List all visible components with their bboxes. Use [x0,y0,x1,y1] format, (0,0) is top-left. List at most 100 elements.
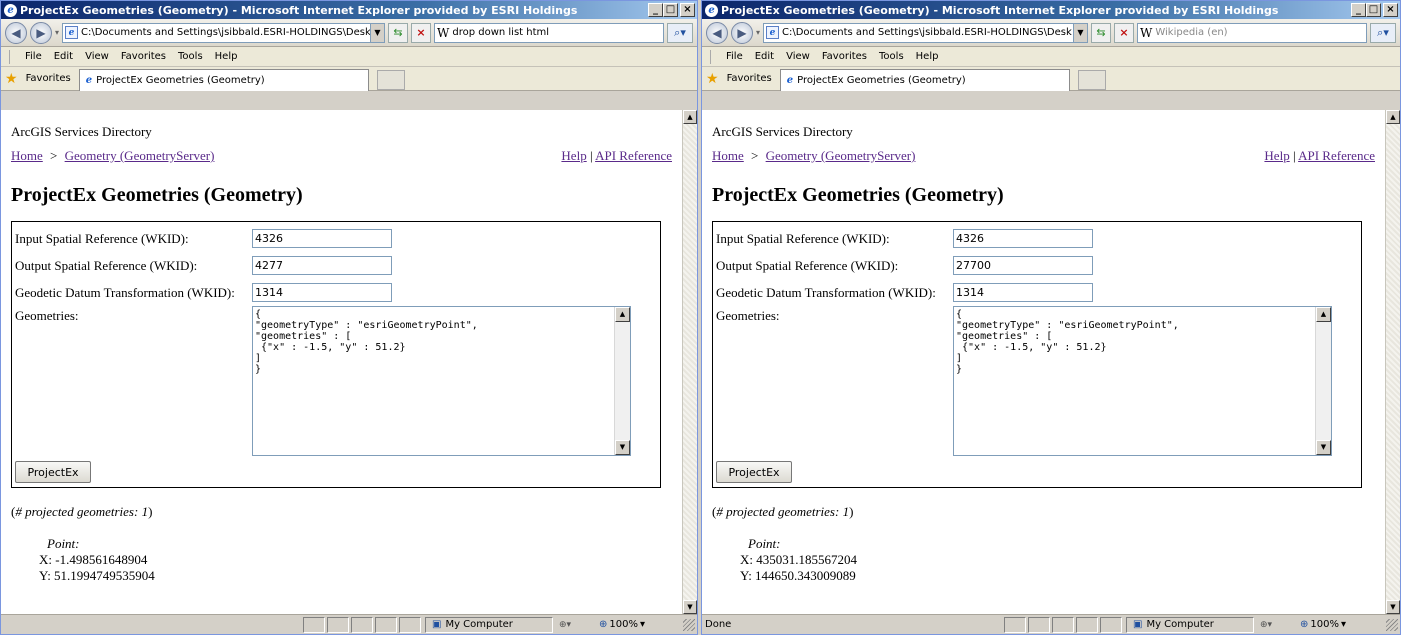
close-button[interactable]: × [1383,3,1398,17]
breadcrumb-home-link[interactable]: Home [712,148,744,163]
page-icon: e [766,26,780,39]
page-title: ProjectEx Geometries (Geometry) [712,184,1004,206]
close-button[interactable]: × [680,3,695,17]
menu-help[interactable]: Help [215,51,238,62]
title-bar[interactable]: e ProjectEx Geometries (Geometry) - Micr… [1,1,697,19]
tab-projectex[interactable]: e ProjectEx Geometries (Geometry) [779,68,1070,91]
page-scrollbar[interactable]: ▲ ▼ [682,110,697,614]
api-reference-link[interactable]: API Reference [1298,148,1375,163]
help-separator: | [589,148,593,163]
zoom-control[interactable]: ⊕ 100% ▾ [599,617,645,633]
menu-tools[interactable]: Tools [879,51,904,62]
scroll-up-icon[interactable]: ▲ [1316,307,1331,322]
menu-edit[interactable]: Edit [54,51,73,62]
address-dropdown-icon[interactable]: ▼ [1073,23,1087,42]
menu-tools[interactable]: Tools [178,51,203,62]
new-tab-button[interactable] [376,69,405,90]
projectex-button[interactable]: ProjectEx [716,461,792,483]
api-reference-link[interactable]: API Reference [595,148,672,163]
zoom-dropdown-icon[interactable]: ▾ [640,619,645,630]
menu-edit[interactable]: Edit [755,51,774,62]
refresh-icon[interactable]: ⇆ [388,22,408,43]
datum-transformation-field[interactable] [252,283,392,302]
minimize-button[interactable]: _ [648,3,663,17]
help-link[interactable]: Help [561,148,586,163]
menu-view[interactable]: View [786,51,810,62]
help-link[interactable]: Help [1264,148,1289,163]
minimize-button[interactable]: _ [1351,3,1366,17]
page-scroll-down-icon[interactable]: ▼ [1386,600,1400,614]
title-bar[interactable]: e ProjectEx Geometries (Geometry) - Micr… [702,1,1400,19]
breadcrumb-geometry-link[interactable]: Geometry (GeometryServer) [65,148,215,163]
favorites-button[interactable]: Favorites [26,73,71,84]
geometries-text[interactable]: { "geometryType" : "esriGeometryPoint", … [956,309,1179,375]
search-go-icon[interactable]: ⌕▾ [667,22,693,43]
security-zone[interactable]: ▣ My Computer [425,616,553,633]
breadcrumb-home-link[interactable]: Home [11,148,43,163]
refresh-icon[interactable]: ⇆ [1091,22,1111,43]
textarea-scrollbar[interactable]: ▲ ▼ [1315,307,1331,455]
maximize-button[interactable]: □ [1366,3,1381,17]
menu-favorites[interactable]: Favorites [121,51,166,62]
address-dropdown-icon[interactable]: ▼ [370,23,384,42]
page-scroll-up-icon[interactable]: ▲ [683,110,697,124]
resize-grip-icon[interactable] [1386,618,1398,631]
favorites-star-icon[interactable]: ★ [5,71,18,87]
favorites-button[interactable]: Favorites [727,73,772,84]
address-text[interactable]: C:\Documents and Settings\jsibbald.ESRI-… [782,27,1073,38]
search-box[interactable]: W Wikipedia (en) [1137,22,1367,43]
menu-file[interactable]: File [25,51,42,62]
security-zone[interactable]: ▣ My Computer [1126,616,1254,633]
input-sr-field[interactable] [252,229,392,248]
scroll-up-icon[interactable]: ▲ [615,307,630,322]
address-text[interactable]: C:\Documents and Settings\jsibbald.ESRI-… [81,27,370,38]
page-scroll-up-icon[interactable]: ▲ [1386,110,1400,124]
count-close-paren: ) [849,504,854,519]
scroll-down-icon[interactable]: ▼ [615,440,630,455]
forward-arrow-icon[interactable]: ▶ [731,21,753,44]
status-cell [303,616,325,633]
new-tab-button[interactable] [1077,69,1106,90]
history-dropdown-icon[interactable]: ▾ [756,28,760,37]
page-scroll-down-icon[interactable]: ▼ [683,600,697,614]
menu-help[interactable]: Help [916,51,939,62]
output-sr-field[interactable] [953,256,1093,275]
menu-favorites[interactable]: Favorites [822,51,867,62]
geometries-textarea[interactable]: { "geometryType" : "esriGeometryPoint", … [252,306,631,456]
back-arrow-icon[interactable]: ◀ [706,21,728,44]
projectex-form: Input Spatial Reference (WKID): Output S… [712,221,1362,488]
tab-projectex[interactable]: e ProjectEx Geometries (Geometry) [78,68,369,91]
breadcrumb-geometry-link[interactable]: Geometry (GeometryServer) [766,148,916,163]
page-scrollbar[interactable]: ▲ ▼ [1385,110,1400,614]
back-arrow-icon[interactable]: ◀ [5,21,27,44]
breadcrumb-separator: > [751,148,759,163]
address-bar[interactable]: e C:\Documents and Settings\jsibbald.ESR… [763,22,1088,43]
datum-transformation-field[interactable] [953,283,1093,302]
maximize-button[interactable]: □ [663,3,678,17]
geometries-text[interactable]: { "geometryType" : "esriGeometryPoint", … [255,309,478,375]
favorites-star-icon[interactable]: ★ [706,71,719,87]
search-go-icon[interactable]: ⌕▾ [1370,22,1396,43]
input-sr-field[interactable] [953,229,1093,248]
resize-grip-icon[interactable] [683,618,695,631]
forward-arrow-icon[interactable]: ▶ [30,21,52,44]
search-text[interactable]: drop down list html [452,27,549,38]
history-dropdown-icon[interactable]: ▾ [55,28,59,37]
textarea-scrollbar[interactable]: ▲ ▼ [614,307,630,455]
projectex-button[interactable]: ProjectEx [15,461,91,483]
menu-view[interactable]: View [85,51,109,62]
menu-file[interactable]: File [726,51,743,62]
ie-logo-icon: e [4,3,17,17]
address-bar[interactable]: e C:\Documents and Settings\jsibbald.ESR… [62,22,385,43]
zoom-level: 100% [609,619,638,630]
zoom-dropdown-icon[interactable]: ▾ [1341,619,1346,630]
output-sr-field[interactable] [252,256,392,275]
stop-icon[interactable]: × [411,22,431,43]
geometries-textarea[interactable]: { "geometryType" : "esriGeometryPoint", … [953,306,1332,456]
search-box[interactable]: W drop down list html [434,22,664,43]
protected-mode-icon[interactable]: ⊕▾ [559,617,595,633]
protected-mode-icon[interactable]: ⊕▾ [1260,617,1296,633]
zoom-control[interactable]: ⊕ 100% ▾ [1300,617,1346,633]
scroll-down-icon[interactable]: ▼ [1316,440,1331,455]
stop-icon[interactable]: × [1114,22,1134,43]
